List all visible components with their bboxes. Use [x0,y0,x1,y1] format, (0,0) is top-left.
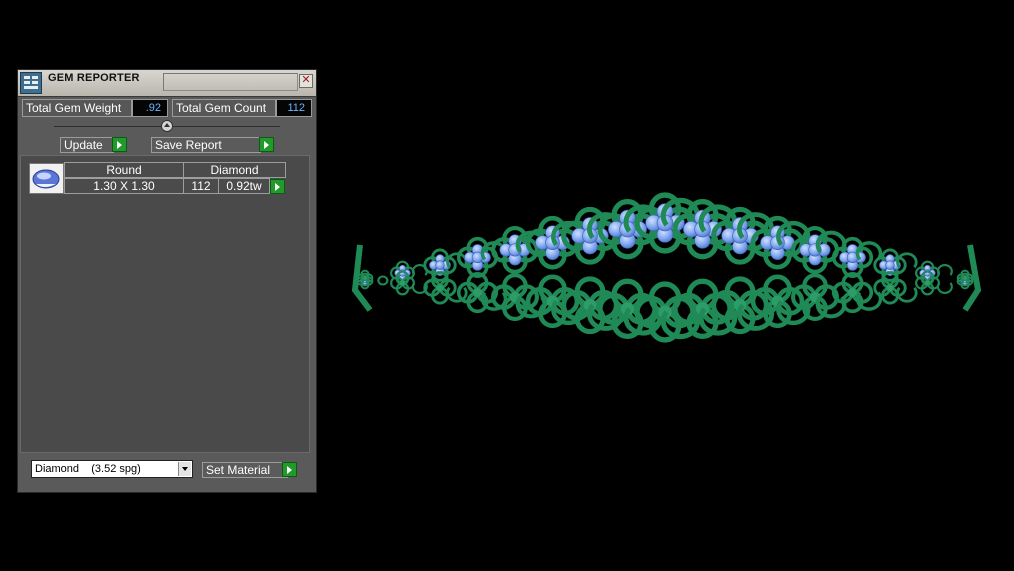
total-gem-count-label: Total Gem Count [172,99,276,117]
gem-reporter-app-icon [20,72,42,94]
report-row-weight: 0.92tw [218,178,270,194]
bracelet-flower-link [831,271,874,314]
bracelet-render [351,192,982,343]
report-row-count: 112 [183,178,219,194]
material-select[interactable]: Diamond (3.52 spg) [31,460,193,478]
window-title: GEM REPORTER [48,72,140,84]
report-row-size: 1.30 X 1.30 [64,178,184,194]
set-material-button[interactable]: Set Material [202,462,288,478]
report-header-shape: Round [64,162,184,178]
title-separator [163,73,298,91]
bracelet-flower-link [456,271,499,314]
title-bar[interactable]: GEM REPORTER ✕ [18,70,316,97]
3d-viewport[interactable] [340,170,1000,390]
close-icon[interactable]: ✕ [299,74,313,88]
dropdown-arrow-icon[interactable] [178,462,191,476]
slider-knob-icon[interactable] [161,120,173,132]
set-material-go-icon[interactable] [282,462,297,477]
material-select-value: Diamond (3.52 spg) [35,463,141,475]
total-gem-count-value: 112 [276,99,312,117]
gem-reporter-panel: GEM REPORTER ✕ Total Gem Weight .92 Tota… [17,69,317,493]
report-area: Round Diamond 1.30 X 1.30 112 0.92tw [20,155,310,453]
save-report-go-icon[interactable] [259,137,274,152]
report-header-material: Diamond [183,162,286,178]
update-button[interactable]: Update [60,137,114,153]
total-gem-weight-label: Total Gem Weight [22,99,132,117]
row-select-go-icon[interactable] [270,179,285,194]
save-report-button[interactable]: Save Report [151,137,261,153]
update-go-icon[interactable] [112,137,127,152]
total-gem-weight-value: .92 [132,99,168,117]
round-gem-icon [29,163,64,194]
